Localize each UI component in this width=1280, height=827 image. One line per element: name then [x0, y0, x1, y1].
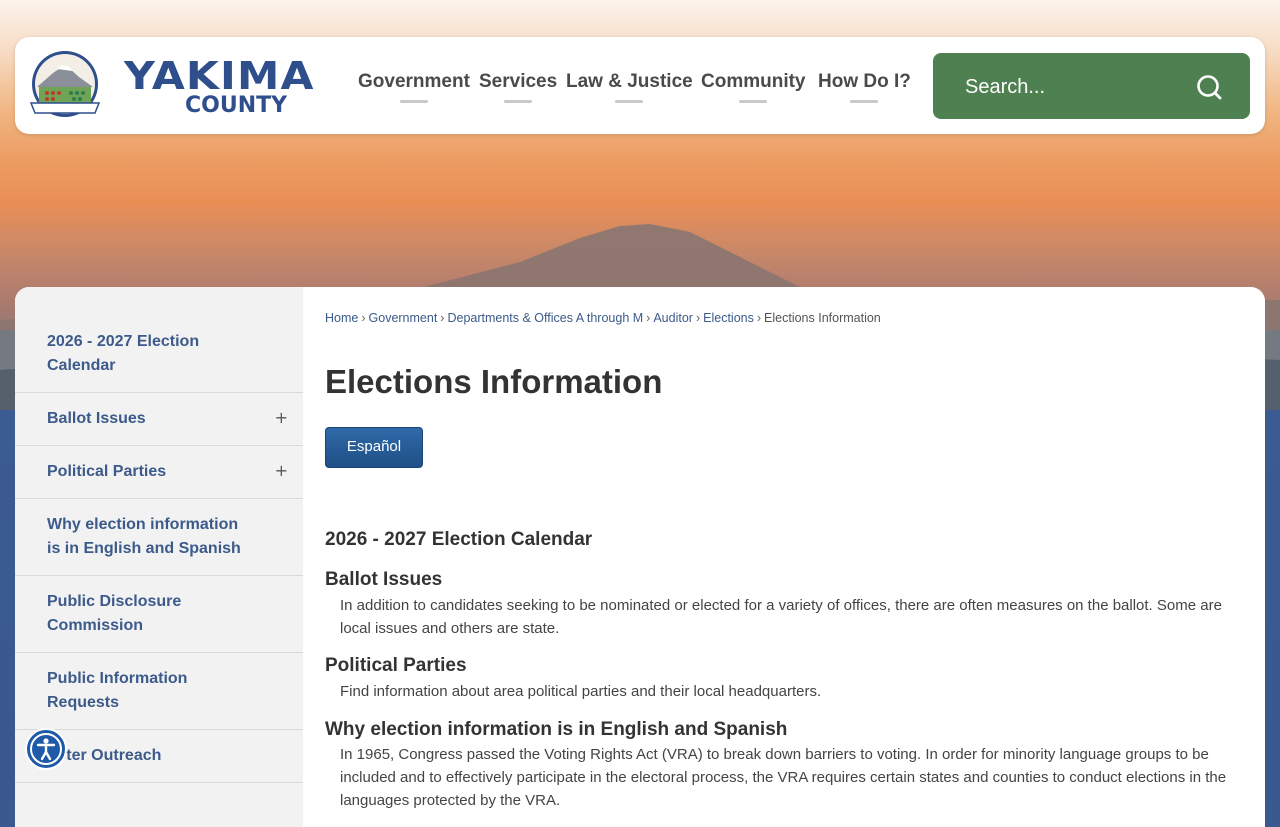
expand-plus-icon[interactable]: + [275, 461, 288, 480]
section-text-political-parties: Find information about area political pa… [340, 683, 822, 700]
section-heading-political-parties[interactable]: Political Parties [325, 655, 467, 677]
nav-law-justice[interactable]: Law & Justice [566, 71, 693, 103]
section-heading-english-spanish[interactable]: Why election information is in English a… [325, 719, 787, 741]
breadcrumb-separator: › [756, 311, 762, 325]
logo-wordmark-yakima: YAKIMA [124, 54, 315, 98]
sidebar-item-label: Ballot Issues [47, 410, 146, 427]
section-heading-election-calendar[interactable]: 2026 - 2027 Election Calendar [325, 529, 592, 551]
search-button[interactable] [1195, 73, 1223, 101]
espanol-button[interactable]: Español [325, 427, 423, 468]
sidebar-item-label: 2026 - 2027 Election Calendar [47, 333, 200, 374]
search-box [933, 53, 1250, 119]
breadcrumb-separator: › [440, 311, 445, 325]
sidebar-item-english-spanish[interactable]: Why election information is in English a… [15, 499, 303, 576]
nav-label: How Do I? [818, 71, 911, 92]
nav-label: Law & Justice [566, 71, 693, 92]
nav-label: Community [701, 71, 806, 92]
search-icon [1197, 75, 1222, 100]
breadcrumb: Home › Government › Departments & Offices A … [325, 311, 881, 325]
content-card: 2026 - 2027 Election Calendar Ballot Iss… [15, 287, 1265, 827]
site-header: YAKIMA COUNTY Government Services Law & … [15, 37, 1265, 134]
sidebar-item-label: Why election information is in English a… [47, 516, 241, 557]
nav-services[interactable]: Services [479, 71, 558, 103]
sidebar-item-election-calendar[interactable]: 2026 - 2027 Election Calendar [15, 287, 303, 393]
sidebar-item-public-disclosure[interactable]: Public Disclosure Commission [15, 576, 303, 653]
section-heading-ballot-issues[interactable]: Ballot Issues [325, 569, 442, 591]
breadcrumb-link-home[interactable]: Home [325, 311, 358, 325]
search-input[interactable] [963, 74, 1187, 100]
county-seal-icon [29, 51, 101, 117]
expand-plus-icon[interactable]: + [275, 408, 288, 427]
sidebar-item-label: Public Information Requests [47, 670, 188, 711]
nav-label: Government [358, 71, 470, 92]
nav-how-do-i[interactable]: How Do I? [818, 71, 911, 103]
breadcrumb-current: Elections Information [764, 311, 881, 325]
nav-government[interactable]: Government [358, 71, 470, 103]
nav-underline [399, 100, 428, 103]
breadcrumb-link-government[interactable]: Government [369, 311, 438, 325]
sidebar-item-label: Public Disclosure Commission [47, 593, 182, 634]
section-text-english-spanish: In 1965, Congress passed the Voting Righ… [340, 746, 1227, 809]
nav-underline [615, 100, 644, 103]
nav-community[interactable]: Community [701, 71, 806, 103]
accessibility-icon [30, 733, 62, 765]
sidebar-item-ballot-issues[interactable]: Ballot Issues + [15, 393, 303, 446]
breadcrumb-link-auditor[interactable]: Auditor [653, 311, 693, 325]
page-title: Elections Information [325, 363, 663, 400]
logo-wordmark-county: COUNTY [185, 93, 288, 118]
sidebar-item-label: Political Parties [47, 463, 167, 480]
breadcrumb-link-departments[interactable]: Departments & Offices A through M [447, 311, 643, 325]
section-text-ballot-issues: In addition to candidates seeking to be … [340, 597, 1222, 637]
nav-underline [850, 100, 879, 103]
county-logo[interactable]: YAKIMA COUNTY [29, 51, 349, 121]
nav-label: Services [479, 71, 558, 92]
breadcrumb-link-elections[interactable]: Elections [703, 311, 754, 325]
breadcrumb-separator: › [695, 311, 701, 325]
sidebar-item-public-info-requests[interactable]: Public Information Requests [15, 653, 303, 730]
breadcrumb-separator: › [361, 311, 366, 325]
nav-underline [739, 100, 768, 103]
breadcrumb-separator: › [646, 311, 651, 325]
sidebar-item-political-parties[interactable]: Political Parties + [15, 446, 303, 499]
accessibility-button[interactable] [25, 728, 67, 770]
nav-underline [504, 100, 533, 103]
